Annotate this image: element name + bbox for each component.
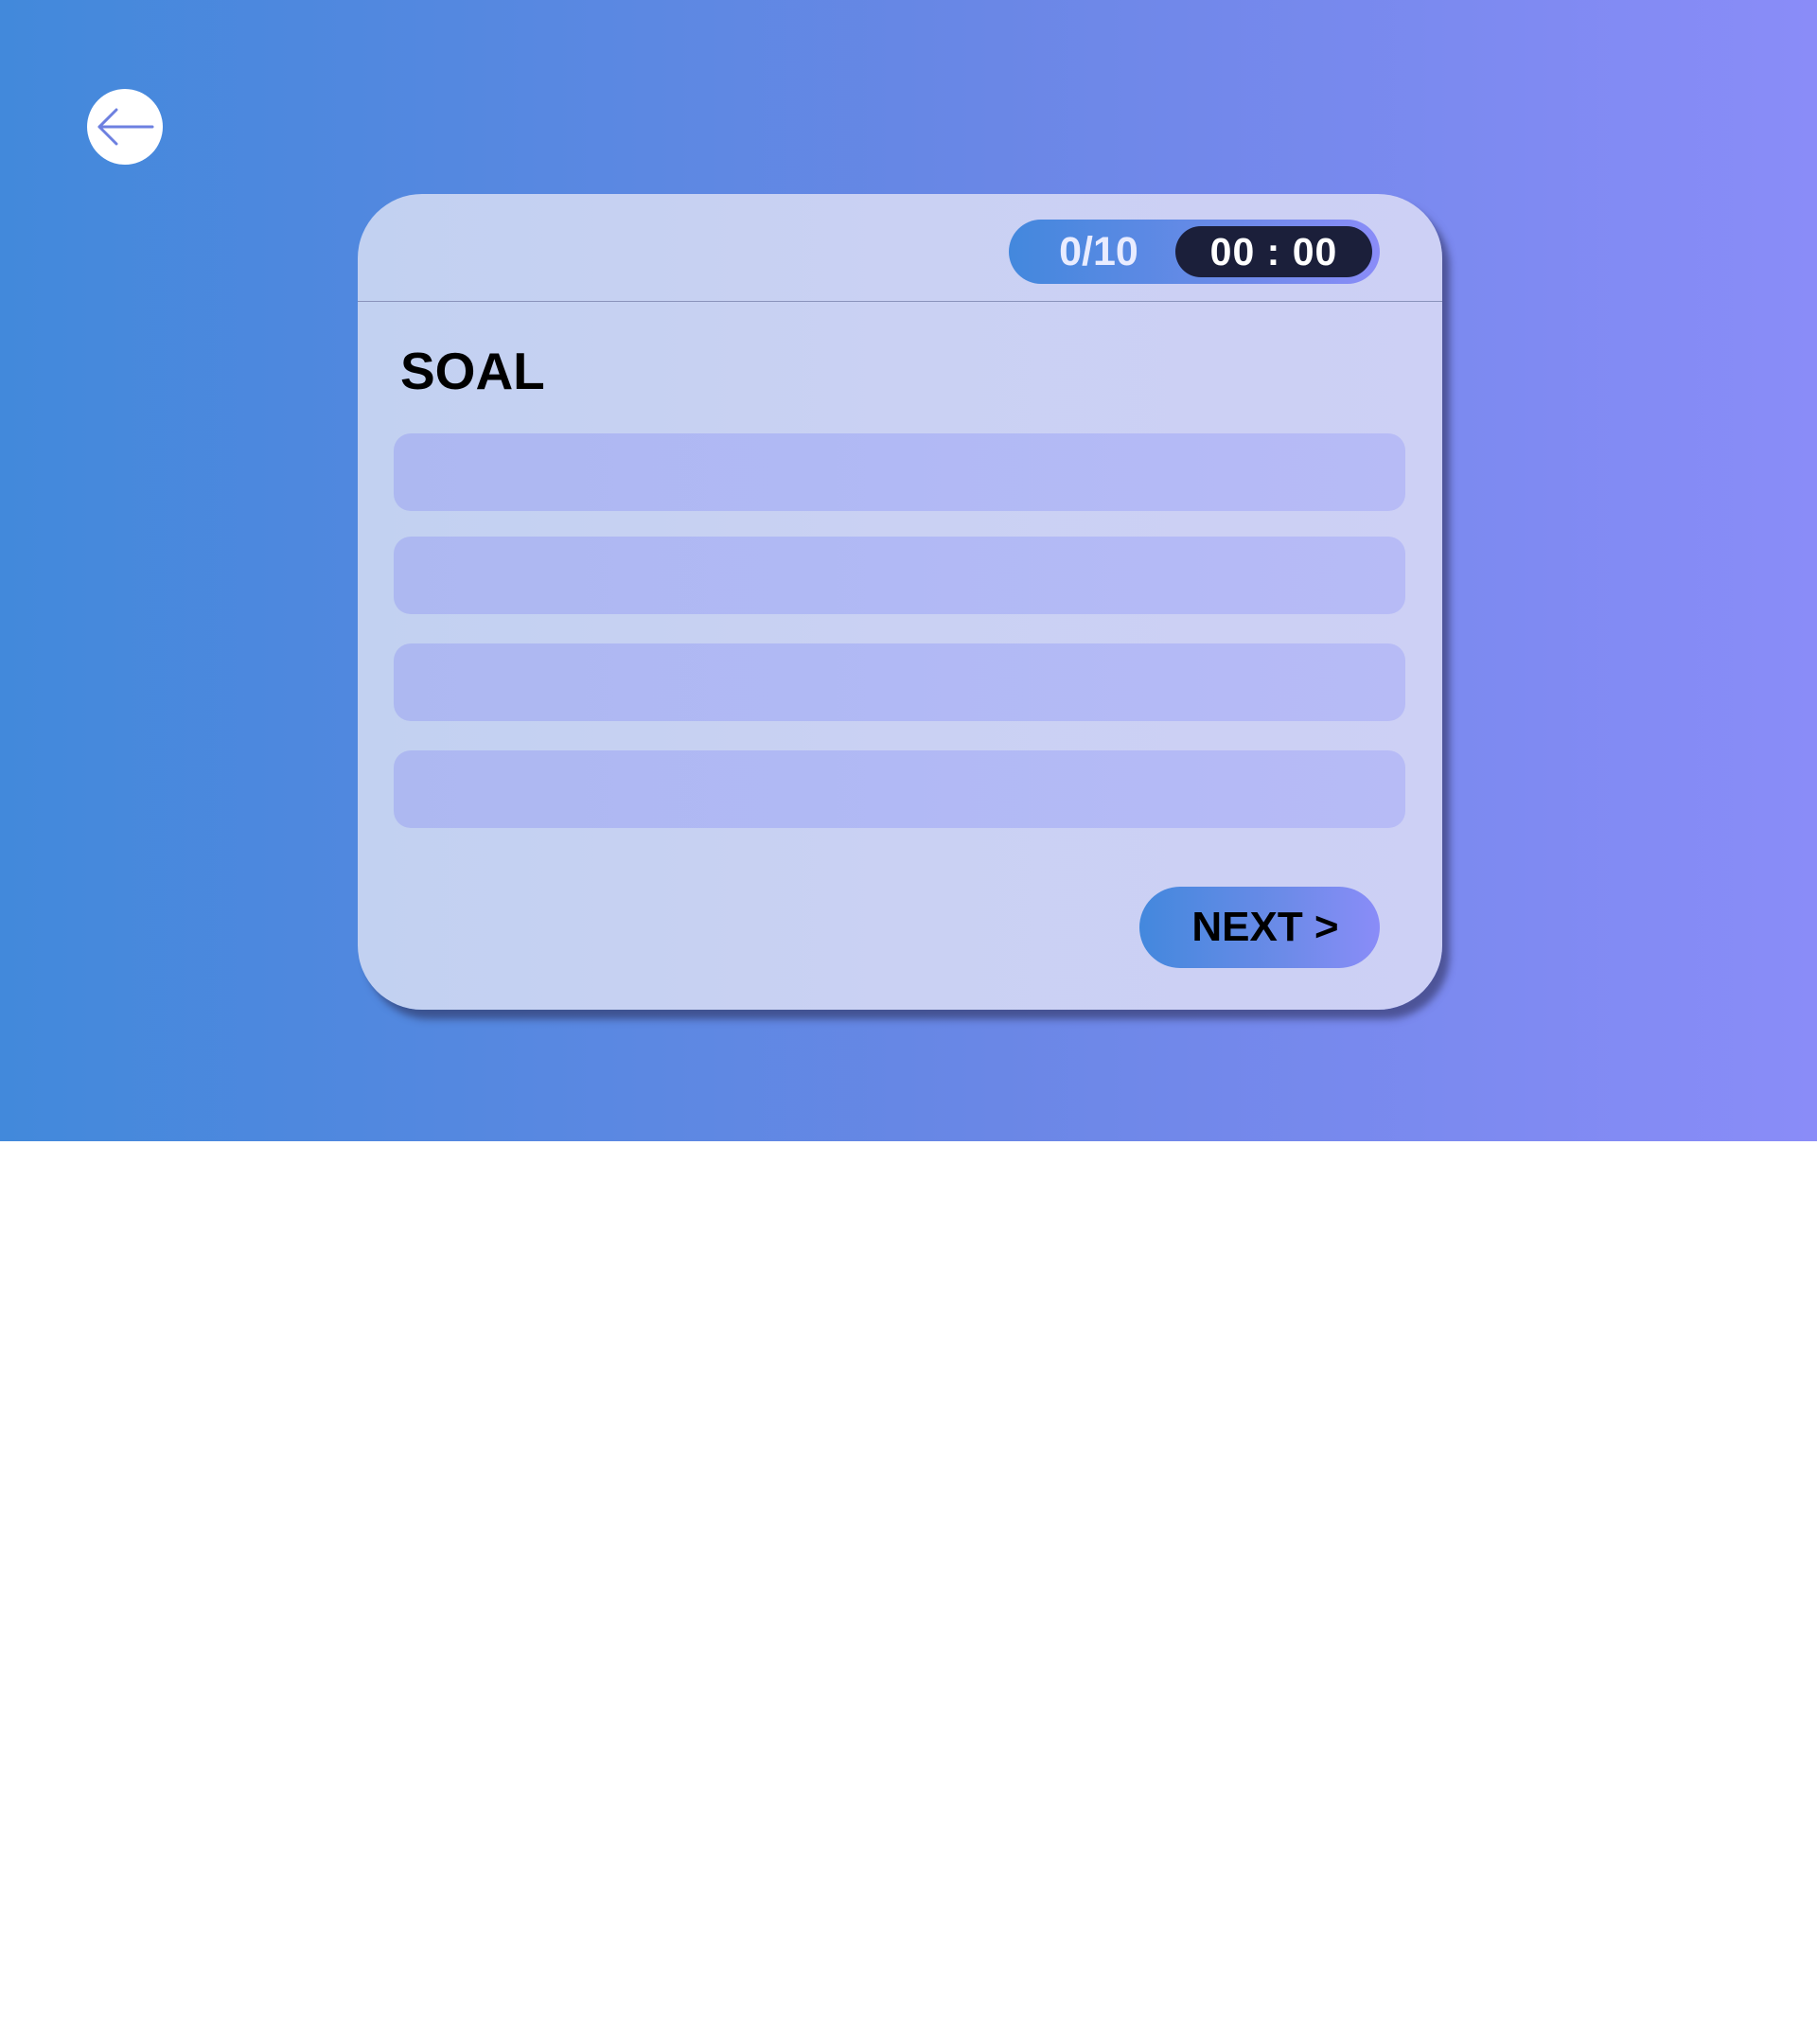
- next-button-label: NEXT >: [1191, 904, 1339, 950]
- back-button[interactable]: [87, 89, 163, 165]
- question-title: SOAL: [400, 342, 545, 400]
- arrow-left-icon: [97, 108, 154, 146]
- next-button[interactable]: NEXT >: [1139, 887, 1380, 968]
- quiz-card: 0/10 00 : 00 SOAL NEXT >: [358, 194, 1442, 1010]
- quiz-status-pill: 0/10 00 : 00: [1009, 220, 1380, 284]
- answer-option-1[interactable]: [394, 433, 1405, 511]
- answer-option-3[interactable]: [394, 643, 1405, 721]
- background-banner: 0/10 00 : 00 SOAL NEXT >: [0, 0, 1817, 1141]
- quiz-header: 0/10 00 : 00: [358, 194, 1442, 302]
- answer-option-4[interactable]: [394, 750, 1405, 828]
- answer-option-2[interactable]: [394, 537, 1405, 614]
- quiz-timer: 00 : 00: [1175, 226, 1372, 277]
- question-progress: 0/10: [1059, 229, 1138, 274]
